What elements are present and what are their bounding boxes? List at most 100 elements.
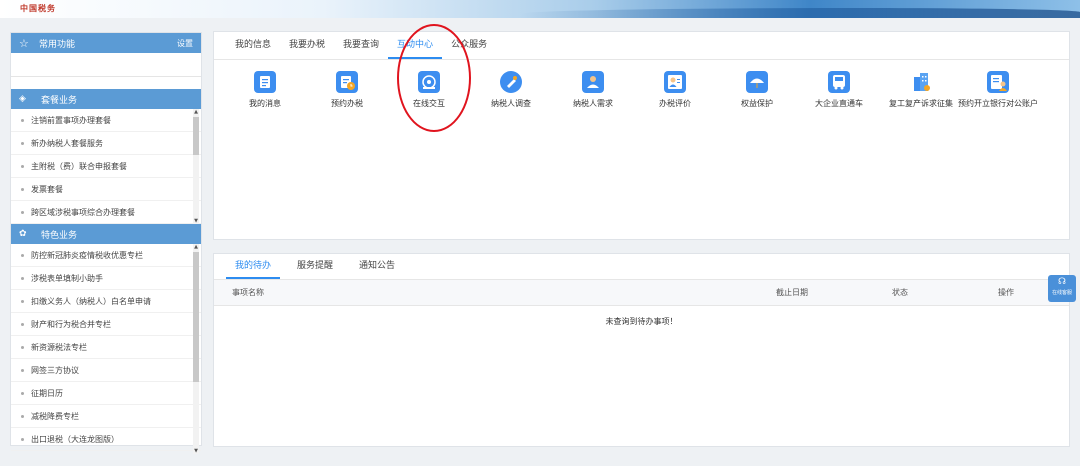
function-my-messages[interactable]: 我的消息 — [226, 71, 304, 109]
interactive-icon-grid: 我的消息 预约办税 在线交互 纳税人调查 纳税人需求 办税评价 权益保护 大企业… — [214, 60, 1069, 140]
function-rights-protection[interactable]: 权益保护 — [718, 71, 796, 109]
todo-panel: 我的待办 服务提醒 通知公告 事项名称 截止日期 状态 操作 未查询到待办事项！ — [213, 253, 1070, 447]
bullet-icon — [21, 164, 24, 168]
empty-todo-message: 未查询到待办事项！ — [605, 317, 678, 326]
star-icon: ☆ — [19, 36, 29, 50]
function-appointment[interactable]: 预约办税 — [308, 71, 386, 109]
item-label: 出口退税（大连龙图版） — [31, 434, 119, 444]
sidebar-item[interactable]: 涉税表单填制小助手 — [11, 267, 201, 290]
function-tax-rating[interactable]: 办税评价 — [636, 71, 714, 109]
layers-icon: ◈ — [19, 94, 26, 104]
function-enterprise-express[interactable]: 大企业直通车 — [800, 71, 878, 109]
col-item-name: 事项名称 — [232, 288, 264, 297]
item-label: 新办纳税人套餐服务 — [31, 138, 103, 148]
function-label: 大企业直通车 — [815, 99, 863, 108]
function-label: 办税评价 — [659, 99, 691, 108]
tab-notice[interactable]: 通知公告 — [350, 253, 404, 279]
sidebar-header-label: 常用功能 — [39, 39, 76, 50]
special-scrollbar[interactable]: ▲ ▼ — [193, 244, 199, 454]
scroll-thumb[interactable] — [193, 117, 199, 155]
online-service-button[interactable]: ☊ 在线客服 — [1048, 275, 1076, 302]
tab-service-reminder[interactable]: 服务提醒 — [288, 253, 342, 279]
item-label: 减税降费专栏 — [31, 411, 79, 421]
headset-icon: ☊ — [1058, 277, 1066, 287]
sidebar-item[interactable]: 新资源税法专栏 — [11, 336, 201, 359]
sidebar-section-special[interactable]: ✿ 特色业务 — [11, 224, 201, 244]
message-doc-icon — [254, 71, 276, 93]
function-label: 纳税人需求 — [573, 99, 613, 108]
main-function-panel: 我的信息 我要办税 我要查询 互动中心 公众服务 我的消息 预约办税 在线交互 — [213, 31, 1070, 240]
function-label: 复工复产诉求征集 — [889, 99, 953, 108]
item-label: 发票套餐 — [31, 184, 63, 194]
scroll-up-icon[interactable]: ▲ — [193, 244, 199, 250]
common-functions-empty — [11, 53, 201, 77]
highlight-annotation-circle — [397, 24, 471, 132]
item-label: 新资源税法专栏 — [31, 342, 87, 352]
function-label: 预约开立银行对公账户 — [958, 99, 1038, 108]
settings-link[interactable]: 设置 — [177, 38, 193, 49]
tab-tax-handling[interactable]: 我要办税 — [280, 31, 334, 59]
online-service-label: 在线客服 — [1051, 290, 1072, 296]
sidebar-item[interactable]: 扣缴义务人（纳税人）白名单申请 — [11, 290, 201, 313]
item-label: 主附税（费）联合申报套餐 — [31, 161, 127, 171]
sidebar-item[interactable]: 财产和行为税合并专栏 — [11, 313, 201, 336]
bullet-icon — [21, 414, 24, 418]
item-label: 注销前置事项办理套餐 — [31, 115, 111, 125]
sidebar-header-common: ☆ 常用功能 设置 — [11, 33, 201, 53]
sidebar-item[interactable]: 主附税（费）联合申报套餐 — [11, 155, 201, 178]
tab-my-todo[interactable]: 我的待办 — [226, 253, 281, 279]
todo-tabs: 我的待办 服务提醒 通知公告 — [214, 254, 1069, 280]
survey-pen-icon — [500, 71, 522, 93]
bullet-icon — [21, 118, 24, 122]
bullet-icon — [21, 253, 24, 257]
bullet-icon — [21, 322, 24, 326]
item-label: 网签三方协议 — [31, 365, 79, 375]
scroll-thumb[interactable] — [193, 252, 199, 382]
bullet-icon — [21, 391, 24, 395]
bullet-icon — [21, 368, 24, 372]
todo-table-header: 事项名称 截止日期 状态 操作 — [214, 280, 1069, 306]
sidebar-item[interactable]: 注销前置事项办理套餐 — [11, 109, 201, 132]
function-label: 预约办税 — [331, 99, 363, 108]
item-label: 扣缴义务人（纳税人）白名单申请 — [31, 296, 151, 306]
function-taxpayer-survey[interactable]: 纳税人调查 — [472, 71, 550, 109]
function-resumption-appeal[interactable]: 复工复产诉求征集 — [882, 71, 960, 109]
rating-user-icon — [664, 71, 686, 93]
appointment-doc-icon — [336, 71, 358, 93]
user-demand-icon — [582, 71, 604, 93]
sidebar-item[interactable]: 征期日历 — [11, 382, 201, 405]
section-title: 套餐业务 — [41, 95, 78, 106]
function-taxpayer-demand[interactable]: 纳税人需求 — [554, 71, 632, 109]
item-label: 财产和行为税合并专栏 — [31, 319, 111, 329]
flower-icon: ✿ — [19, 229, 27, 239]
top-banner: 中国税务 — [0, 0, 1080, 18]
bullet-icon — [21, 141, 24, 145]
umbrella-protect-icon — [746, 71, 768, 93]
bus-icon — [828, 71, 850, 93]
tab-my-info[interactable]: 我的信息 — [226, 31, 280, 59]
item-label: 防控新冠肺炎疫情税收优惠专栏 — [31, 250, 143, 260]
scroll-down-icon[interactable]: ▼ — [193, 448, 199, 454]
scroll-down-icon[interactable]: ▼ — [193, 218, 199, 224]
sidebar: ☆ 常用功能 设置 ◈ 套餐业务 注销前置事项办理套餐 新办纳税人套餐服务 主附… — [10, 32, 202, 454]
tab-query[interactable]: 我要查询 — [334, 31, 388, 59]
sidebar-item[interactable]: 出口退税（大连龙图版） — [11, 428, 201, 451]
building-icon — [910, 71, 932, 93]
bullet-icon — [21, 299, 24, 303]
site-logo: 中国税务 — [20, 4, 56, 13]
col-status: 状态 — [892, 288, 908, 297]
function-bank-account-appointment[interactable]: 预约开立银行对公账户 — [956, 71, 1040, 109]
sidebar-section-package[interactable]: ◈ 套餐业务 — [11, 89, 201, 109]
sidebar-item[interactable]: 防控新冠肺炎疫情税收优惠专栏 — [11, 244, 201, 267]
sidebar-item[interactable]: 发票套餐 — [11, 178, 201, 201]
sidebar-item[interactable]: 减税降费专栏 — [11, 405, 201, 428]
function-label: 权益保护 — [741, 99, 773, 108]
main-tabs: 我的信息 我要办税 我要查询 互动中心 公众服务 — [214, 32, 1069, 60]
sidebar-item[interactable]: 新办纳税人套餐服务 — [11, 132, 201, 155]
sidebar-item[interactable]: 跨区域涉税事项综合办理套餐 — [11, 201, 201, 224]
special-list: 防控新冠肺炎疫情税收优惠专栏 涉税表单填制小助手 扣缴义务人（纳税人）白名单申请… — [11, 244, 201, 454]
scroll-up-icon[interactable]: ▲ — [193, 109, 199, 115]
sidebar-item[interactable]: 网签三方协议 — [11, 359, 201, 382]
package-scrollbar[interactable]: ▲ ▼ — [193, 109, 199, 224]
bullet-icon — [21, 210, 24, 214]
